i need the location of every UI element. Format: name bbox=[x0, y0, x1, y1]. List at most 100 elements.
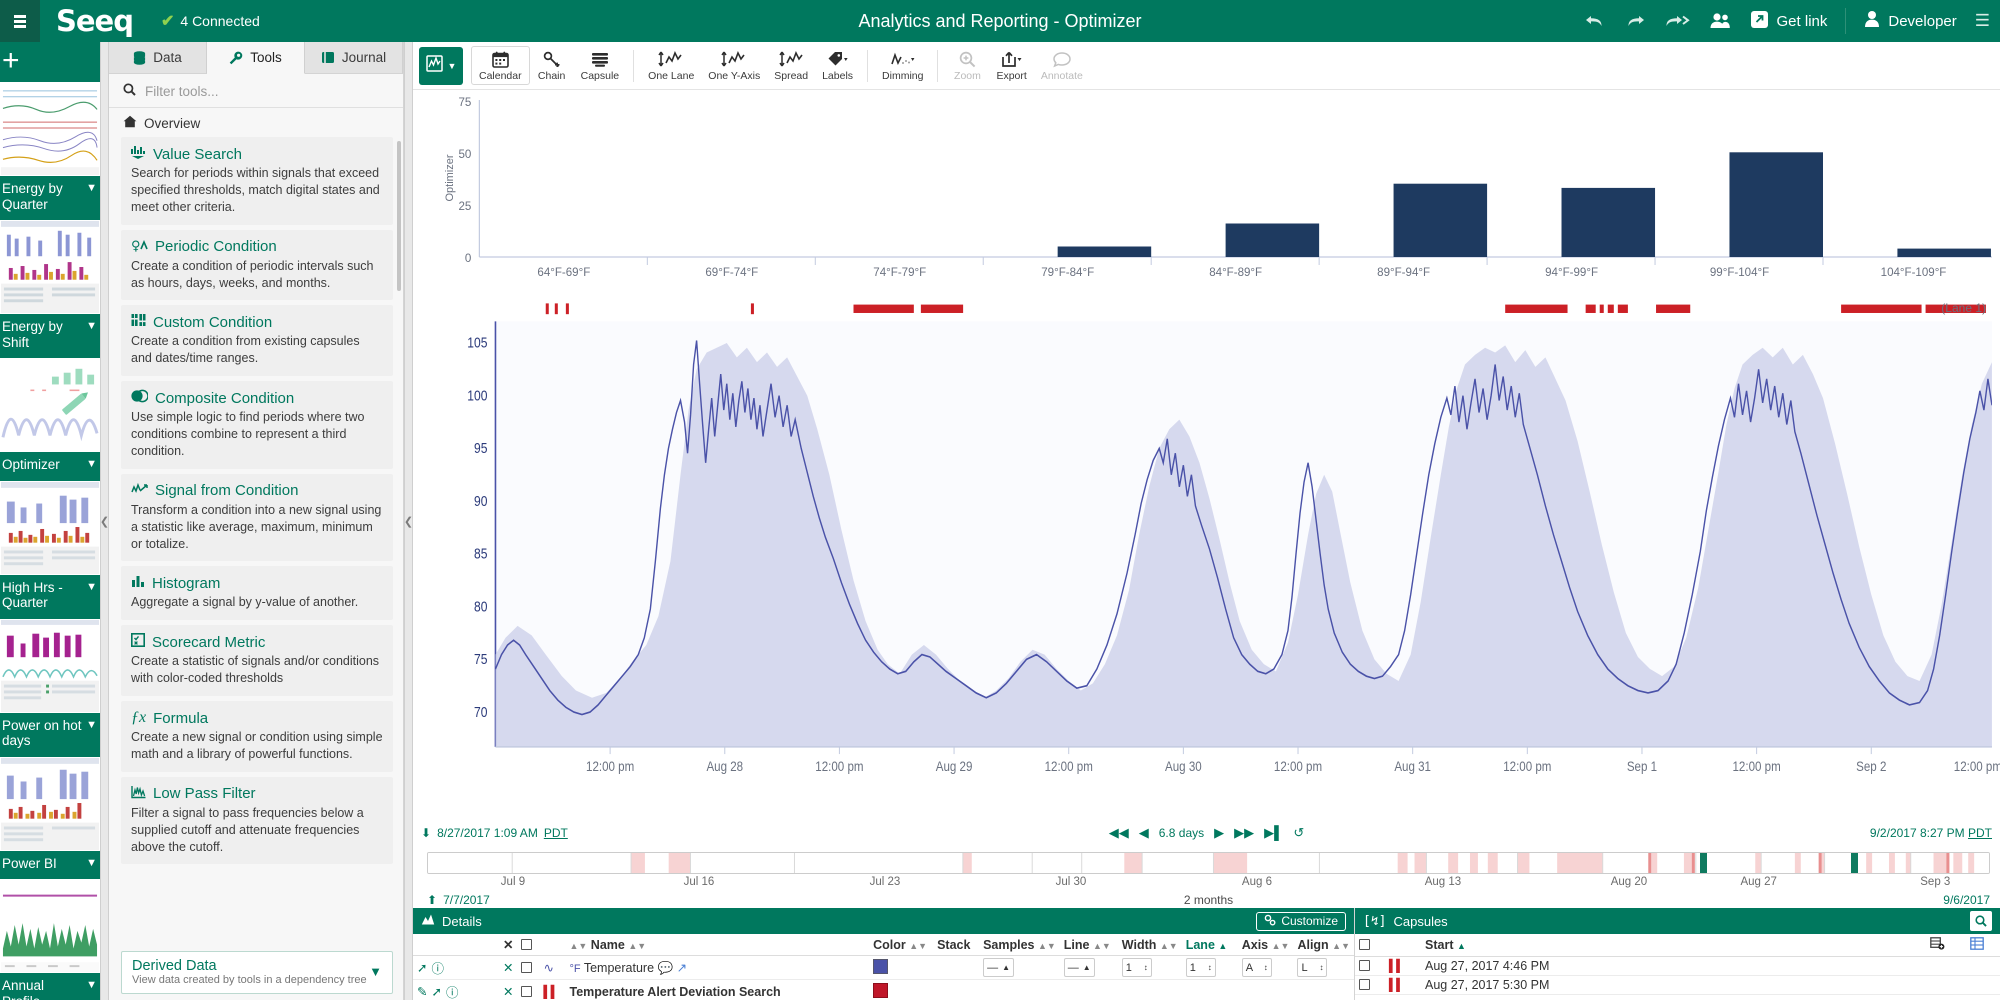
stats-icon[interactable]: ↗ bbox=[677, 961, 687, 975]
worksheet-label[interactable]: Optimizer ▼ bbox=[0, 452, 100, 479]
skip-back-icon[interactable]: ◀◀ bbox=[1109, 825, 1129, 841]
chain-button[interactable]: Chain bbox=[530, 47, 574, 84]
row-checkbox[interactable] bbox=[521, 961, 533, 973]
table-row[interactable]: ➚ ⓘ ✕ ∿ °F Temperature � bbox=[413, 955, 1354, 980]
col-color[interactable]: Color ▲▼ bbox=[869, 934, 934, 956]
zoom-to-icon[interactable]: ➚ bbox=[431, 984, 441, 999]
scrubber-track[interactable] bbox=[427, 852, 1990, 874]
worksheet-label[interactable]: Energy by Shift ▼ bbox=[0, 314, 100, 356]
view-mode-button[interactable]: ▼ bbox=[419, 46, 463, 85]
col-line[interactable]: Line ▲▼ bbox=[1059, 934, 1118, 956]
capsule-checkbox[interactable] bbox=[1359, 960, 1370, 971]
col-start[interactable]: Start ▲ bbox=[1421, 934, 1926, 957]
redo-arrow-icon[interactable] bbox=[1624, 11, 1646, 31]
worksheet-label[interactable]: Annual Profile ▼ bbox=[0, 973, 100, 1000]
list-item[interactable]: ▌▌ Aug 27, 2017 4:46 PM bbox=[1355, 956, 2000, 976]
align-select[interactable]: L ↕ bbox=[1297, 958, 1328, 977]
overview-breadcrumb[interactable]: Overview bbox=[109, 108, 403, 137]
get-link-button[interactable]: Get link bbox=[1750, 10, 1827, 33]
tools-scrollbar[interactable] bbox=[397, 141, 401, 291]
worksheet-item[interactable]: High Hrs - Quarter ▼ bbox=[0, 480, 100, 617]
chevron-down-icon[interactable]: ▼ bbox=[86, 182, 97, 195]
worksheet-thumbnail[interactable] bbox=[0, 220, 100, 315]
worksheet-thumbnail[interactable] bbox=[0, 82, 100, 176]
refresh-icon[interactable]: ↺ bbox=[1293, 825, 1304, 841]
col-align[interactable]: Align ▲▼ bbox=[1293, 934, 1354, 956]
worksheet-thumbnail[interactable] bbox=[0, 618, 100, 713]
trend-chart[interactable]: (Lane 1) 105 100 95 90 85 80 75 70 12:00… bbox=[413, 295, 2000, 820]
worksheet-label[interactable]: High Hrs - Quarter ▼ bbox=[0, 575, 100, 617]
worksheet-thumbnail[interactable] bbox=[0, 756, 100, 851]
worksheet-item[interactable]: Energy by Quarter ▼ bbox=[0, 82, 100, 218]
nav-toggle-button[interactable] bbox=[0, 0, 40, 42]
tab-tools[interactable]: Tools bbox=[207, 42, 305, 74]
worksheet-thumbnail[interactable] bbox=[0, 879, 100, 974]
tool-scorecard-metric[interactable]: Scorecard Metric Create a statistic of s… bbox=[121, 625, 393, 696]
select-all-checkbox[interactable] bbox=[521, 938, 533, 950]
remove-row-button[interactable]: ✕ bbox=[499, 979, 518, 1000]
tools-filter-bar[interactable] bbox=[109, 74, 403, 108]
table-icon[interactable] bbox=[1966, 934, 2000, 957]
col-stack[interactable]: Stack bbox=[933, 934, 980, 956]
row-checkbox[interactable] bbox=[521, 985, 533, 997]
chevron-down-icon[interactable]: ▼ bbox=[86, 581, 97, 594]
step-back-icon[interactable]: ◀ bbox=[1139, 825, 1149, 841]
seeq-logo[interactable]: Seeq bbox=[56, 4, 134, 38]
axis-select[interactable]: A ↕ bbox=[1241, 958, 1272, 977]
col-width[interactable]: Width ▲▼ bbox=[1117, 934, 1182, 956]
main-menu-icon[interactable]: ☰ bbox=[1975, 11, 1990, 31]
tab-journal[interactable]: Journal bbox=[305, 42, 403, 74]
worksheet-item[interactable]: Energy by Shift ▼ bbox=[0, 220, 100, 356]
worksheet-label[interactable]: Energy by Quarter ▼ bbox=[0, 176, 100, 218]
step-forward-icon[interactable]: ▶ bbox=[1214, 825, 1224, 841]
col-name[interactable]: ▲▼ Name ▲▼ bbox=[565, 934, 870, 956]
col-axis[interactable]: Axis ▲▼ bbox=[1237, 934, 1294, 956]
worksheet-item[interactable]: Power BI ▼ bbox=[0, 756, 100, 878]
remove-row-button[interactable]: ✕ bbox=[499, 955, 518, 980]
export-button[interactable]: Export bbox=[989, 47, 1033, 84]
add-column-icon[interactable] bbox=[1926, 934, 1966, 957]
lane-stepper[interactable]: 1 ↕ bbox=[1185, 958, 1216, 977]
table-row[interactable]: ✎ ➚ ⓘ ✕ ▌▌ Temperature Alert Deviation S bbox=[413, 979, 1354, 1000]
col-remove[interactable]: ✕ bbox=[499, 934, 518, 956]
comment-icon[interactable]: 💬 bbox=[658, 961, 674, 975]
undo-arrow-icon[interactable] bbox=[1584, 11, 1606, 31]
collapse-tools-handle[interactable]: ❮ bbox=[404, 42, 413, 1000]
row-actions[interactable]: ➚ ⓘ bbox=[413, 955, 499, 980]
users-icon[interactable] bbox=[1708, 11, 1732, 31]
list-item[interactable]: ▌▌ Aug 27, 2017 5:30 PM bbox=[1355, 975, 2000, 995]
worksheet-thumbnail[interactable] bbox=[0, 480, 100, 575]
zoom-to-icon[interactable]: ➚ bbox=[417, 960, 427, 975]
jump-end-icon[interactable]: ▶▌ bbox=[1264, 825, 1283, 841]
tool-histogram[interactable]: Histogram Aggregate a signal by y-value … bbox=[121, 566, 393, 621]
worksheet-item[interactable]: Annual Profile ▼ bbox=[0, 879, 100, 1000]
width-stepper[interactable]: 1 ↕ bbox=[1121, 958, 1152, 977]
labels-button[interactable]: Labels bbox=[815, 47, 860, 84]
tab-data[interactable]: Data bbox=[109, 42, 207, 74]
chevron-down-icon[interactable]: ▼ bbox=[86, 458, 97, 471]
info-icon[interactable]: ⓘ bbox=[446, 982, 459, 1000]
worksheet-label[interactable]: Power on hot days ▼ bbox=[0, 713, 100, 755]
tool-formula[interactable]: ƒx Formula Create a new signal or condit… bbox=[121, 701, 393, 772]
filter-tools-input[interactable] bbox=[145, 83, 391, 99]
chevron-down-icon[interactable]: ▼ bbox=[86, 857, 97, 870]
one-lane-button[interactable]: One Lane bbox=[641, 47, 701, 84]
edit-icon[interactable]: ✎ bbox=[417, 984, 427, 999]
worksheet-label[interactable]: Power BI ▼ bbox=[0, 851, 100, 878]
chevron-down-icon[interactable]: ▼ bbox=[86, 320, 97, 333]
time-scrubber[interactable]: Jul 9 Jul 16 Jul 23 Jul 30 Aug 6 Aug 13 … bbox=[413, 846, 2000, 908]
derived-data-section[interactable]: Derived Data View data created by tools … bbox=[121, 951, 393, 994]
samples-select[interactable]: — ▲ bbox=[983, 958, 1014, 977]
dimming-button[interactable]: Dimming bbox=[875, 47, 930, 84]
skip-forward-icon[interactable]: ▶▶ bbox=[1234, 825, 1254, 841]
tool-composite-condition[interactable]: Composite Condition Use simple logic to … bbox=[121, 381, 393, 469]
tool-signal-from-condition[interactable]: Signal from Condition Transform a condit… bbox=[121, 473, 393, 562]
col-samples[interactable]: Samples ▲▼ bbox=[979, 934, 1060, 956]
tool-custom-condition[interactable]: Custom Condition Create a condition from… bbox=[121, 305, 393, 377]
add-worksheet-button[interactable]: + bbox=[0, 42, 100, 82]
worksheet-thumbnail[interactable] bbox=[0, 358, 100, 453]
tool-low-pass-filter[interactable]: Low Pass Filter Filter a signal to pass … bbox=[121, 776, 393, 865]
row-name-cell[interactable]: °F Temperature 💬 ↗ bbox=[565, 955, 870, 980]
info-icon[interactable]: ⓘ bbox=[431, 958, 444, 977]
fast-forward-arrow-icon[interactable] bbox=[1664, 11, 1690, 31]
